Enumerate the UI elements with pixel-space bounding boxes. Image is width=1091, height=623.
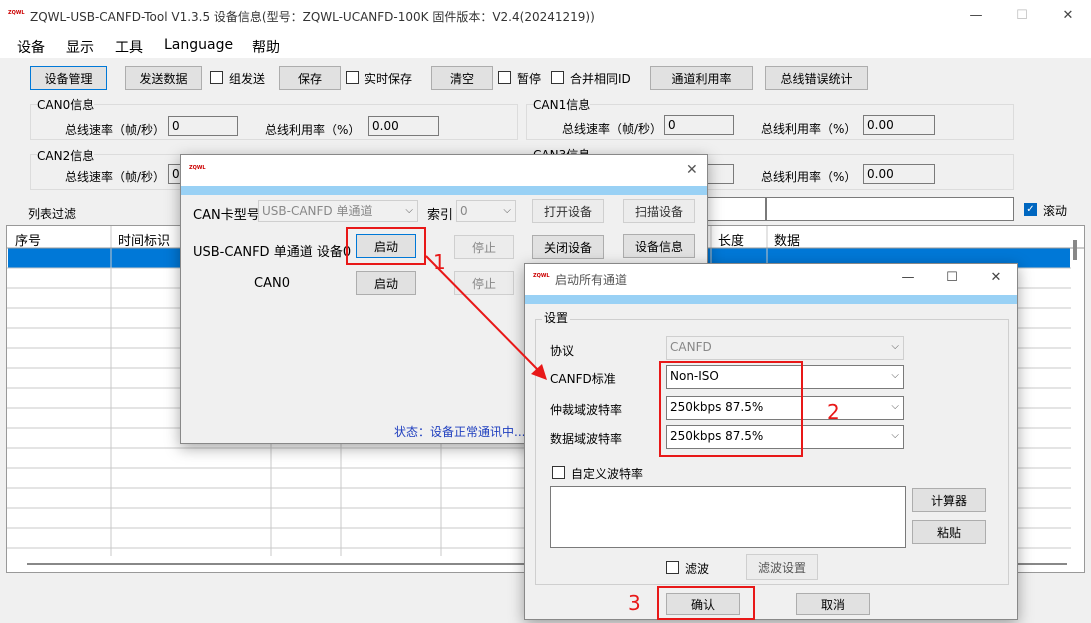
annotation-number-1: 1 — [433, 250, 446, 274]
annotation-number-2: 2 — [827, 400, 840, 424]
annotation-number-3: 3 — [628, 591, 641, 615]
annotation-arrow — [425, 255, 547, 380]
